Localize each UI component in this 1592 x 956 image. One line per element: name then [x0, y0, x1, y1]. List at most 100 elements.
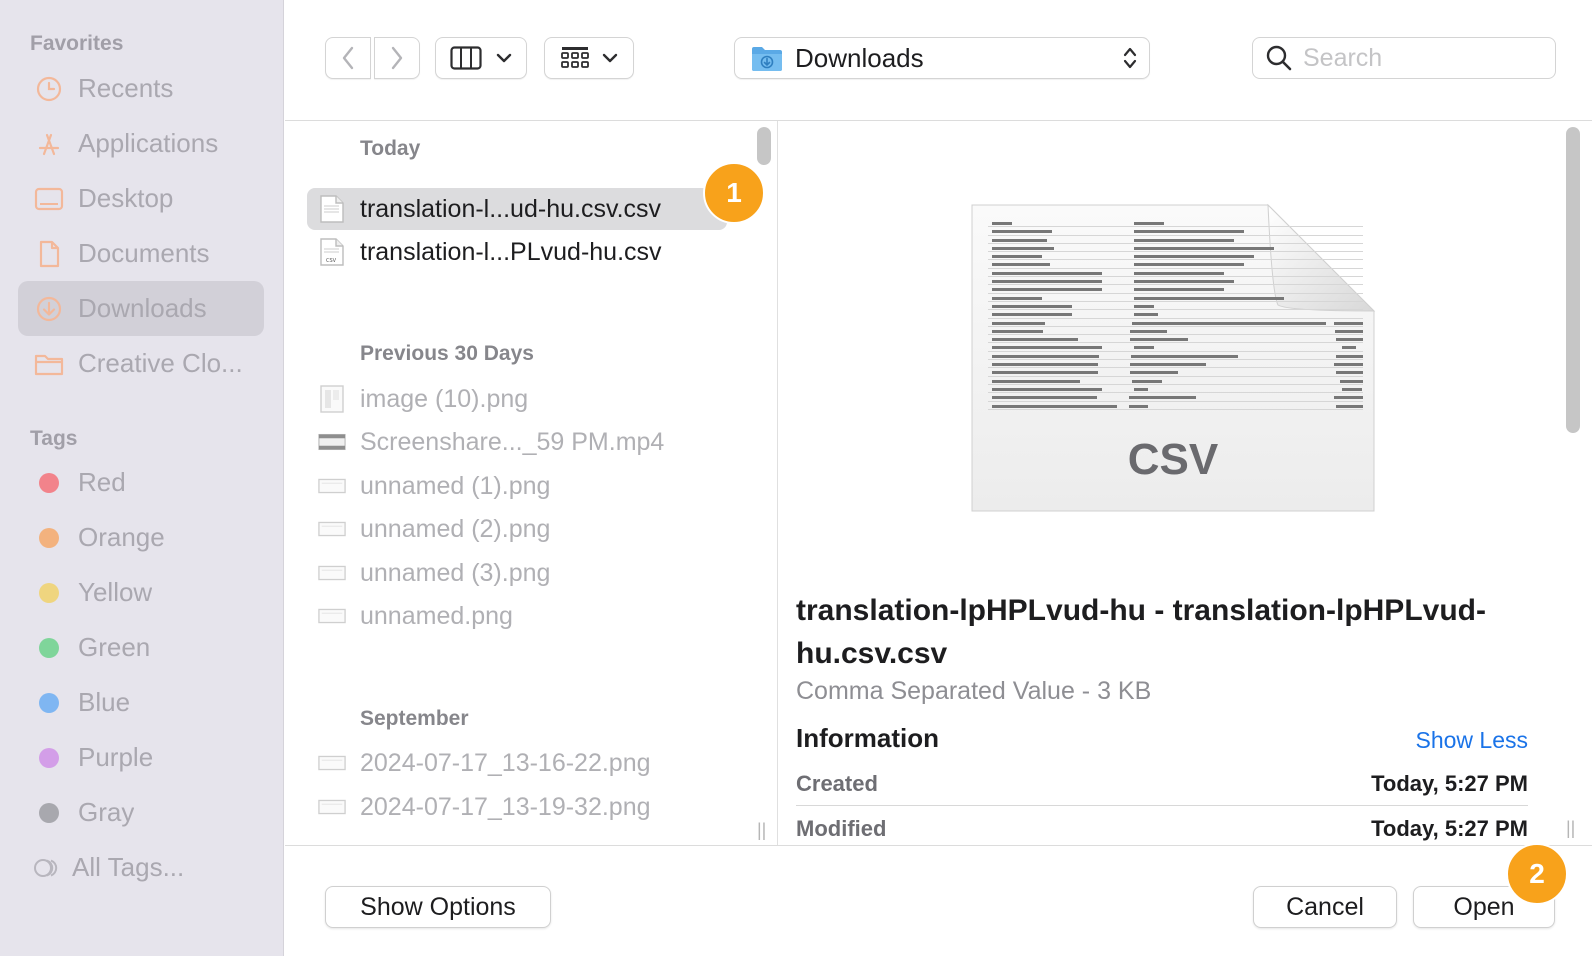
tag-label: Orange	[78, 522, 165, 552]
columns-view-icon	[450, 46, 482, 70]
csv-thumbnail-label: CSV	[1127, 435, 1219, 484]
show-options-button[interactable]: Show Options	[325, 886, 551, 928]
file-row[interactable]: unnamed (3).png	[307, 552, 727, 594]
sidebar-tag-red[interactable]: Red	[18, 455, 264, 510]
file-name: image (10).png	[360, 384, 529, 413]
view-mode-button[interactable]	[435, 37, 527, 79]
section-title-today: Today	[360, 137, 421, 160]
sidebar: Favorites Recents Applications Desktop D…	[0, 0, 284, 956]
chevron-down-icon	[496, 53, 512, 63]
preview-scrollbar[interactable]	[1566, 127, 1580, 433]
tag-label: Blue	[78, 687, 131, 717]
purple-tag-dot-icon	[39, 747, 59, 768]
sidebar-item-label: Creative Clo...	[78, 348, 243, 378]
step-badge-2: 2	[1506, 843, 1568, 905]
cancel-button[interactable]: Cancel	[1253, 886, 1397, 928]
sidebar-tag-green[interactable]: Green	[18, 620, 264, 675]
tags-heading: Tags	[30, 427, 78, 450]
step-badge-1: 1	[703, 162, 765, 224]
location-label: Downloads	[795, 42, 924, 73]
info-value-created: Today, 5:27 PM	[1371, 771, 1528, 796]
csv-file-icon	[318, 194, 346, 224]
sidebar-tag-yellow[interactable]: Yellow	[18, 565, 264, 620]
information-heading: Information	[796, 723, 939, 753]
tag-label: Yellow	[78, 577, 153, 607]
sidebar-tag-orange[interactable]: Orange	[18, 510, 264, 565]
document-icon	[34, 239, 64, 269]
chevron-left-icon	[342, 46, 354, 70]
download-icon	[34, 294, 64, 324]
info-key-created: Created	[796, 771, 878, 796]
csv-thumbnail: CSV	[968, 201, 1378, 516]
file-row[interactable]: 2024-07-17_13-16-22.png	[307, 742, 727, 784]
image-file-icon	[318, 471, 346, 501]
favorites-heading: Favorites	[30, 32, 124, 55]
green-tag-dot-icon	[39, 637, 59, 658]
image-file-icon	[318, 514, 346, 544]
all-tags-icon	[32, 853, 62, 883]
file-name: unnamed (3).png	[360, 558, 551, 587]
file-row[interactable]: unnamed (1).png	[307, 465, 727, 507]
image-file-icon	[318, 792, 346, 822]
image-file-icon	[318, 384, 346, 414]
sidebar-all-tags[interactable]: All Tags...	[18, 840, 264, 895]
sidebar-item-label: Downloads	[78, 293, 207, 323]
sidebar-item-desktop[interactable]: Desktop	[18, 171, 264, 226]
file-name: 2024-07-17_13-19-32.png	[360, 792, 651, 821]
toolbar: Downloads	[285, 0, 1592, 121]
file-row[interactable]: image (10).png	[307, 378, 727, 420]
csv-content-preview	[988, 219, 1364, 410]
tag-label: Red	[78, 467, 126, 497]
file-row[interactable]: unnamed.png	[307, 595, 727, 637]
sidebar-tag-blue[interactable]: Blue	[18, 675, 264, 730]
file-list: Today translation-l...ud-hu.csv.csv CSV …	[285, 121, 747, 845]
gray-tag-dot-icon	[39, 802, 59, 823]
file-row[interactable]: 2024-07-17_13-19-32.png	[307, 786, 727, 828]
file-name: unnamed (1).png	[360, 471, 551, 500]
applications-icon	[34, 129, 64, 159]
sidebar-item-documents[interactable]: Documents	[18, 226, 264, 281]
search-field[interactable]	[1252, 37, 1556, 79]
image-file-icon	[318, 601, 346, 631]
location-popup[interactable]: Downloads	[734, 37, 1150, 79]
preview-file-title: translation-lpHPLvud-hu - translation-lp…	[796, 594, 1486, 670]
file-row[interactable]: unnamed (2).png	[307, 508, 727, 550]
section-title-previous-30-days: Previous 30 Days	[360, 342, 534, 365]
info-divider	[796, 805, 1528, 806]
red-tag-dot-icon	[39, 472, 59, 493]
file-list-scrollbar[interactable]	[757, 127, 771, 165]
sidebar-item-recents[interactable]: Recents	[18, 61, 264, 116]
sidebar-item-downloads[interactable]: Downloads	[18, 281, 264, 336]
forward-button[interactable]	[374, 37, 420, 79]
sidebar-item-applications[interactable]: Applications	[18, 116, 264, 171]
preview-resize-handle[interactable]: ||	[1566, 818, 1575, 839]
tag-label: Purple	[78, 742, 154, 772]
search-icon	[1266, 45, 1292, 71]
tag-label: All Tags...	[72, 852, 185, 882]
file-name: translation-l...ud-hu.csv.csv	[360, 194, 662, 223]
file-row[interactable]: translation-l...ud-hu.csv.csv	[307, 188, 727, 230]
image-file-icon	[318, 558, 346, 588]
column-resize-handle[interactable]: ||	[757, 820, 766, 841]
file-row[interactable]: CSV translation-l...PLvud-hu.csv	[307, 231, 727, 273]
video-file-icon	[318, 427, 346, 457]
preview-file-kind: Comma Separated Value - 3 KB	[796, 677, 1152, 705]
blue-tag-dot-icon	[39, 692, 59, 713]
search-input[interactable]	[1303, 43, 1543, 73]
clock-icon	[34, 74, 64, 104]
info-value-modified: Today, 5:27 PM	[1371, 816, 1528, 841]
preview-pane: CSV translation-lpHPLvud-hu - translatio…	[778, 121, 1552, 845]
show-less-link[interactable]: Show Less	[1415, 727, 1528, 754]
file-name: Screenshare..._59 PM.mp4	[360, 427, 665, 456]
orange-tag-dot-icon	[39, 527, 59, 548]
back-button[interactable]	[325, 37, 371, 79]
csv-file-icon: CSV	[318, 237, 346, 267]
sidebar-tag-gray[interactable]: Gray	[18, 785, 264, 840]
chevron-right-icon	[391, 46, 403, 70]
sidebar-item-creative-cloud[interactable]: Creative Clo...	[18, 336, 264, 391]
group-by-button[interactable]	[544, 37, 634, 79]
sidebar-tag-purple[interactable]: Purple	[18, 730, 264, 785]
file-name: unnamed.png	[360, 601, 513, 630]
file-row[interactable]: Screenshare..._59 PM.mp4	[307, 421, 727, 463]
info-key-modified: Modified	[796, 816, 887, 841]
